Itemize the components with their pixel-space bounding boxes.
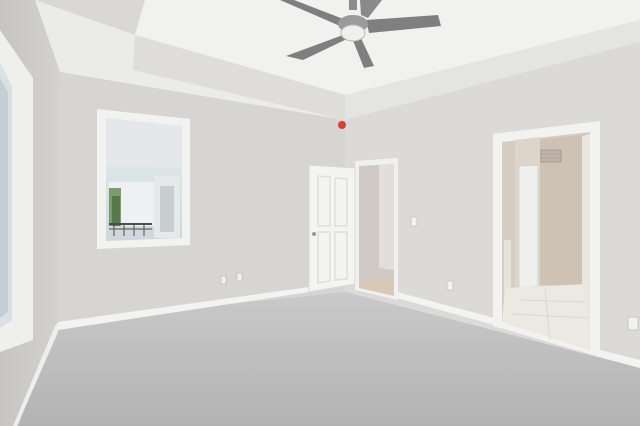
outlet-far-right (627, 316, 639, 331)
smoke-detector-light (338, 121, 346, 129)
outlet-back-wall-2 (236, 272, 243, 282)
bathroom-doorway (493, 121, 600, 357)
left-window (0, 30, 33, 352)
outlet-right-wall (446, 280, 454, 291)
empty-bedroom-photo (0, 0, 640, 426)
light-switch (410, 216, 418, 227)
outlet-back-wall-1 (220, 275, 227, 285)
hallway-opening (355, 158, 398, 300)
open-door (308, 164, 356, 293)
back-window (97, 109, 190, 249)
door-knob (312, 232, 316, 236)
